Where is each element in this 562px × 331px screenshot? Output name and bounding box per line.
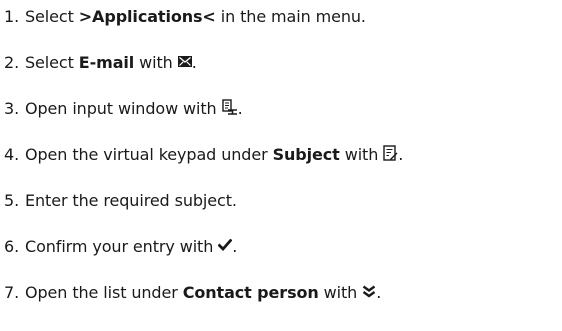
step-text-after: with: [339, 145, 379, 164]
menu-item-name: E-mail: [78, 53, 135, 72]
step-trail: .: [376, 283, 382, 302]
step-trail: .: [237, 99, 243, 118]
step-text-before: Select: [25, 7, 79, 26]
step-number: 4.: [4, 145, 20, 164]
step-text-before: Open the list under: [25, 283, 183, 302]
step-4: 4. Open the virtual keypad under Subject…: [0, 140, 403, 170]
step-number: 2.: [4, 53, 20, 72]
step-number: 1.: [4, 7, 20, 26]
envelope-icon: [177, 55, 192, 67]
step-text: Open the virtual keypad under Subject wi…: [25, 145, 378, 165]
step-6: 6. Confirm your entry with .: [0, 232, 237, 262]
field-name: Contact person: [182, 283, 319, 302]
step-trail: .: [191, 53, 197, 72]
step-5: 5. Enter the required subject.: [0, 186, 237, 216]
step-3: 3. Open input window with .: [0, 94, 243, 124]
step-text: Enter the required subject.: [25, 191, 237, 210]
step-text-before: Select: [25, 53, 79, 72]
step-text: Open the list under Contact person with: [25, 283, 357, 303]
step-number: 5.: [4, 191, 20, 210]
new-document-icon: [221, 99, 238, 115]
step-text: Select >Applications< in the main menu.: [25, 7, 366, 27]
menu-item-name: >Applications<: [78, 7, 216, 26]
step-text-after: with: [318, 283, 358, 302]
step-2: 2. Select E-mail with .: [0, 48, 197, 78]
step-7: 7. Open the list under Contact person wi…: [0, 278, 381, 308]
step-text-after: with: [134, 53, 173, 72]
step-text-before: Open the virtual keypad under: [25, 145, 273, 164]
field-name: Subject: [272, 145, 340, 164]
step-number: 6.: [4, 237, 20, 256]
step-text: Select E-mail with: [25, 53, 173, 73]
step-text-after: in the main menu.: [215, 7, 366, 26]
step-number: 7.: [4, 283, 20, 302]
step-number: 3.: [4, 99, 20, 118]
double-chevron-down-icon: [362, 285, 376, 298]
step-text: Open input window with: [25, 99, 217, 118]
step-trail: .: [232, 237, 238, 256]
checkmark-icon: [218, 239, 233, 251]
step-trail: .: [398, 145, 404, 164]
edit-text-icon: [383, 145, 398, 161]
step-1: 1. Select >Applications< in the main men…: [0, 2, 366, 32]
step-text: Confirm your entry with: [25, 237, 214, 256]
